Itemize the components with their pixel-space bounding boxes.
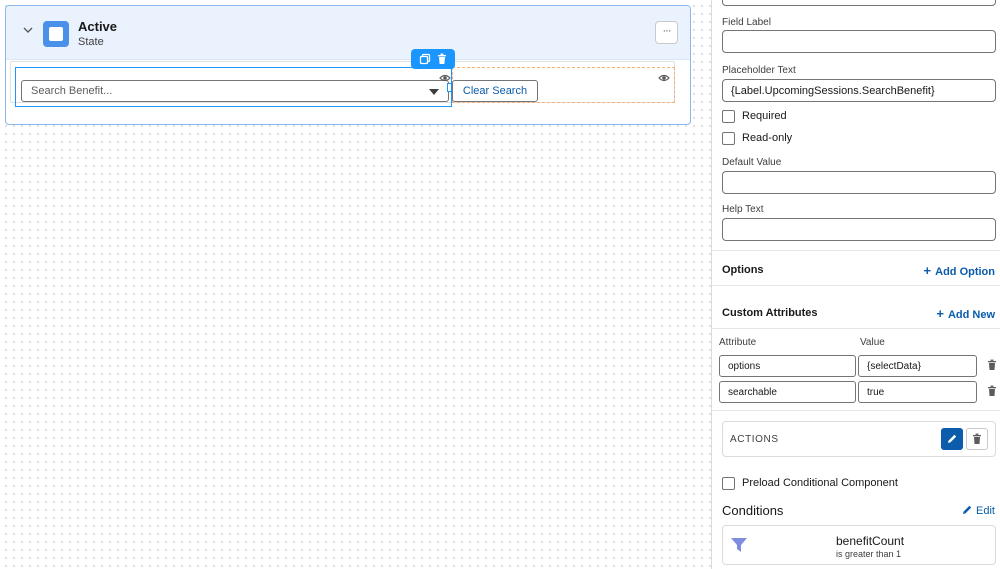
default-value-label: Default Value	[722, 157, 782, 168]
delete-actions-button[interactable]	[966, 428, 988, 450]
attribute-name-input[interactable]: options	[719, 355, 856, 377]
trash-icon[interactable]	[987, 359, 997, 374]
actions-label: ACTIONS	[730, 434, 779, 445]
more-actions-button[interactable]: ···	[655, 21, 678, 44]
add-option-label: Add Option	[935, 266, 995, 278]
plus-icon: +	[936, 306, 944, 321]
pencil-icon	[963, 505, 972, 514]
conditions-title: Conditions	[722, 503, 784, 518]
value-header: Value	[860, 337, 885, 348]
add-new-label: Add New	[947, 309, 995, 321]
chevron-down-icon[interactable]	[21, 24, 35, 38]
add-new-link[interactable]: + Add New	[936, 306, 995, 321]
attribute-value-input[interactable]: true	[858, 381, 977, 403]
state-icon	[43, 21, 69, 47]
preload-label: Preload Conditional Component	[742, 477, 898, 489]
divider	[712, 328, 1000, 329]
add-option-link[interactable]: + Add Option	[924, 263, 995, 278]
truncated-input-field[interactable]	[722, 0, 996, 6]
conditions-edit-link[interactable]: Edit	[962, 504, 995, 517]
trash-icon[interactable]	[435, 52, 449, 66]
component-toolbar	[411, 49, 455, 69]
copy-icon[interactable]	[418, 52, 432, 66]
builder-canvas: Active State ··· Search Benefit... Clear…	[0, 0, 711, 569]
condition-rule: is greater than 1	[836, 549, 902, 559]
field-label-label: Field Label	[722, 17, 771, 28]
preload-checkbox[interactable]	[722, 477, 735, 490]
clear-search-button[interactable]: Clear Search	[452, 80, 538, 102]
custom-attributes-title: Custom Attributes	[722, 307, 818, 319]
resize-handle[interactable]	[447, 83, 452, 92]
attribute-header: Attribute	[719, 337, 757, 348]
options-title: Options	[722, 264, 764, 276]
trash-icon	[973, 433, 981, 444]
help-text-input[interactable]	[722, 218, 996, 241]
required-label: Required	[742, 110, 787, 122]
trash-icon[interactable]	[987, 385, 997, 400]
combobox-placeholder: Search Benefit...	[31, 85, 113, 97]
help-text-label: Help Text	[722, 204, 764, 215]
attribute-value-input[interactable]: {selectData}	[858, 355, 977, 377]
field-label-input[interactable]	[722, 30, 996, 53]
properties-panel: Field Label Placeholder Text {Label.Upco…	[711, 0, 1000, 569]
pencil-icon	[948, 434, 957, 443]
state-title: Active	[78, 19, 118, 34]
state-header: Active State ···	[6, 6, 690, 60]
search-benefit-combobox[interactable]: Search Benefit...	[21, 80, 449, 102]
plus-icon: +	[923, 263, 932, 278]
edit-actions-button[interactable]	[941, 428, 963, 450]
conditions-edit-label: Edit	[976, 505, 995, 517]
filter-icon	[731, 537, 747, 556]
caret-down-icon[interactable]	[429, 89, 439, 95]
eye-icon[interactable]	[658, 72, 670, 86]
state-subtitle: State	[78, 36, 104, 48]
divider	[712, 410, 1000, 411]
placeholder-label: Placeholder Text	[722, 65, 796, 76]
placeholder-input[interactable]: {Label.UpcomingSessions.SearchBenefit}	[722, 79, 996, 102]
default-value-input[interactable]	[722, 171, 996, 194]
readonly-checkbox[interactable]	[722, 132, 735, 145]
readonly-label: Read-only	[742, 132, 793, 144]
divider	[712, 285, 1000, 286]
condition-field: benefitCount	[836, 534, 905, 548]
divider	[712, 250, 1000, 251]
attribute-name-input[interactable]: searchable	[719, 381, 856, 403]
required-checkbox[interactable]	[722, 110, 735, 123]
actions-box: ACTIONS	[722, 421, 996, 457]
condition-card[interactable]: benefitCount is greater than 1	[722, 525, 996, 565]
